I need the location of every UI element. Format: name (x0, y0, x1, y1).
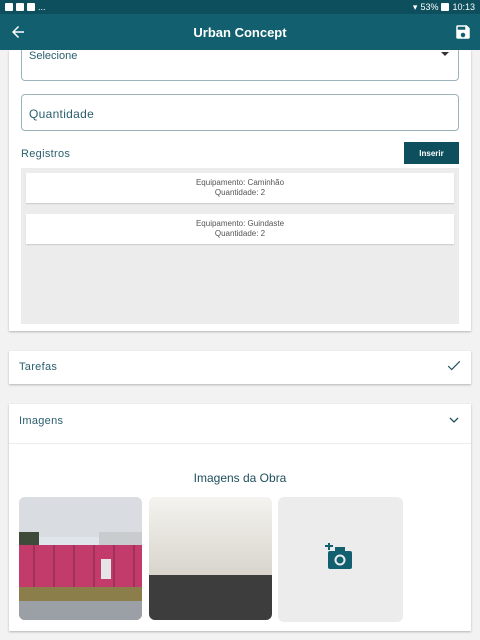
records-label: Registros (21, 148, 71, 160)
battery-icon (441, 3, 450, 11)
back-arrow-icon[interactable] (8, 23, 28, 41)
quantity-field[interactable]: Quantidade (21, 94, 459, 131)
add-photo-icon (325, 543, 352, 569)
record-equipment: Equipamento: Caminhão (195, 178, 285, 187)
record-equipment: Equipamento: Guindaste (195, 219, 285, 228)
notification-icon (5, 3, 13, 11)
site-photo-thumbnail[interactable] (19, 497, 142, 620)
check-icon (447, 360, 461, 371)
records-list: Equipamento: Caminhão Quantidade: 2 Equi… (21, 168, 459, 324)
dropdown-caret-icon (441, 52, 449, 56)
equipment-select[interactable]: Selecione (21, 50, 459, 81)
insert-button[interactable]: Inserir (404, 142, 459, 164)
save-icon[interactable] (454, 23, 472, 41)
status-bar: ... ▾ 53% 10:13 (0, 0, 480, 14)
divider (9, 443, 471, 444)
select-value: Selecione (29, 50, 78, 62)
page-title: Urban Concept (193, 24, 287, 40)
quantity-placeholder: Quantidade (29, 107, 95, 121)
status-left-text: ... (38, 2, 46, 12)
flipboard-icon (27, 3, 35, 11)
battery-percent: 53% (420, 2, 439, 12)
record-quantity: Quantidade: 2 (214, 229, 266, 238)
site-photo-2 (149, 497, 272, 620)
images-section: Imagens Imagens da Obra (9, 404, 471, 631)
add-photo-button[interactable] (278, 497, 403, 622)
app-bar: Urban Concept (0, 14, 480, 50)
site-photo-thumbnail[interactable] (149, 497, 272, 620)
list-item[interactable]: Equipamento: Guindaste Quantidade: 2 (26, 214, 454, 244)
list-item[interactable]: Equipamento: Caminhão Quantidade: 2 (26, 173, 454, 203)
site-photo-1 (19, 497, 142, 620)
tasks-section[interactable]: Tarefas (9, 351, 471, 384)
wifi-icon: ▾ (412, 1, 418, 12)
record-quantity: Quantidade: 2 (214, 188, 266, 197)
equipment-card: Selecione Quantidade Registros Inserir E… (9, 50, 471, 331)
chevron-down-icon[interactable] (449, 416, 459, 424)
clock: 10:13 (452, 2, 475, 12)
image-notification-icon (16, 3, 24, 11)
images-label: Imagens (19, 415, 64, 427)
tasks-label: Tarefas (19, 361, 58, 373)
images-subtitle: Imagens da Obra (193, 471, 287, 485)
